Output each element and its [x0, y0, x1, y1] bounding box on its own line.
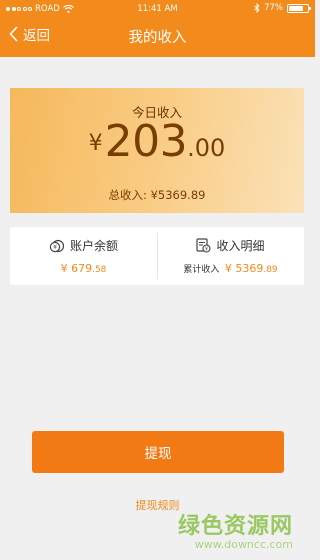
- watermark: 绿色资源网 www.downcc.com: [178, 508, 293, 551]
- summary-card: ¥ 账户余额 ¥ 679.58 ¥ 收入明细 累计收入 ¥ 5369.89: [10, 227, 304, 285]
- bluetooth-icon: [254, 3, 260, 13]
- status-bar: ROAD 11:41 AM 77%: [0, 0, 315, 18]
- today-income-amount: ¥203.00: [10, 116, 304, 167]
- status-right: 77%: [254, 3, 311, 13]
- amount-decimal: .00: [187, 134, 226, 162]
- account-balance-label: 账户余额: [69, 239, 118, 253]
- cumulative-currency: ¥: [224, 262, 232, 275]
- income-details-header: ¥ 收入明细: [157, 237, 304, 254]
- withdraw-button[interactable]: 提现: [32, 431, 284, 473]
- balance-integer: 679: [71, 262, 93, 275]
- bill-list-icon: ¥: [196, 238, 212, 253]
- account-balance-section[interactable]: ¥ 账户余额 ¥ 679.58: [10, 227, 157, 285]
- coin-wallet-icon: ¥: [49, 239, 65, 252]
- currency-symbol: ¥: [88, 131, 103, 156]
- cumulative-decimal: .89: [263, 265, 278, 275]
- today-income-card: 今日收入 ¥203.00 总收入: ¥5369.89: [10, 88, 304, 213]
- svg-text:¥: ¥: [53, 244, 57, 251]
- income-details-label: 收入明细: [216, 239, 265, 253]
- amount-integer: 203: [104, 116, 188, 167]
- balance-decimal: .58: [92, 265, 107, 275]
- cumulative-income: 累计收入 ¥ 5369.89: [157, 262, 304, 275]
- battery-icon: [287, 3, 311, 13]
- account-balance-value: ¥ 679.58: [10, 262, 157, 275]
- total-income-label: 总收入:: [108, 188, 147, 202]
- total-income: 总收入: ¥5369.89: [10, 187, 304, 203]
- svg-text:¥: ¥: [205, 246, 208, 252]
- cumulative-income-label: 累计收入: [183, 265, 220, 275]
- battery-level: [289, 5, 303, 11]
- total-income-value: ¥5369.89: [150, 188, 206, 202]
- balance-currency: ¥: [60, 262, 68, 275]
- battery-percent: 77%: [264, 3, 283, 13]
- income-details-section[interactable]: ¥ 收入明细 累计收入 ¥ 5369.89: [157, 227, 304, 285]
- cumulative-integer: 5369: [235, 262, 264, 275]
- watermark-text-zh: 绿色资源网: [177, 514, 293, 539]
- account-balance-header: ¥ 账户余额: [10, 237, 157, 254]
- page-title: 我的收入: [128, 30, 187, 46]
- header-bar: ROAD 11:41 AM 77% 返回 我的收入: [0, 0, 315, 57]
- watermark-text-en: www.downcc.com: [194, 538, 293, 551]
